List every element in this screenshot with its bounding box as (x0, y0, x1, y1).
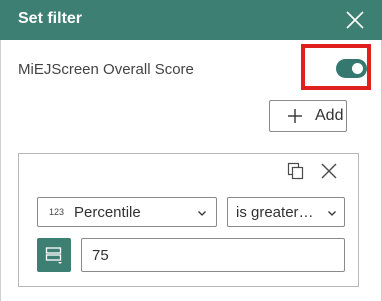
chevron-down-icon (328, 211, 336, 216)
remove-expression-icon[interactable] (320, 162, 338, 180)
toggle-knob (352, 63, 363, 74)
add-button-label: Add (315, 107, 344, 124)
operator-select[interactable]: is greater… (227, 197, 345, 227)
operator-select-value: is greater… (236, 204, 314, 221)
copy-icon[interactable] (287, 162, 305, 180)
list-input-icon (45, 247, 62, 264)
panel-title: Set filter (18, 10, 83, 27)
filter-field-label: MiEJScreen Overall Score (18, 61, 194, 78)
number-field-icon: 123 (49, 207, 65, 217)
input-type-button[interactable] (37, 238, 71, 272)
value-input[interactable] (81, 238, 345, 272)
add-button[interactable]: Add (269, 100, 347, 132)
close-icon[interactable] (344, 9, 366, 31)
plus-icon (288, 109, 302, 123)
chevron-down-icon (198, 211, 206, 216)
filter-toggle[interactable] (336, 59, 367, 78)
field-select[interactable]: 123 Percentile (37, 197, 217, 227)
field-select-value: Percentile (74, 204, 141, 221)
panel-header: Set filter (0, 0, 382, 40)
